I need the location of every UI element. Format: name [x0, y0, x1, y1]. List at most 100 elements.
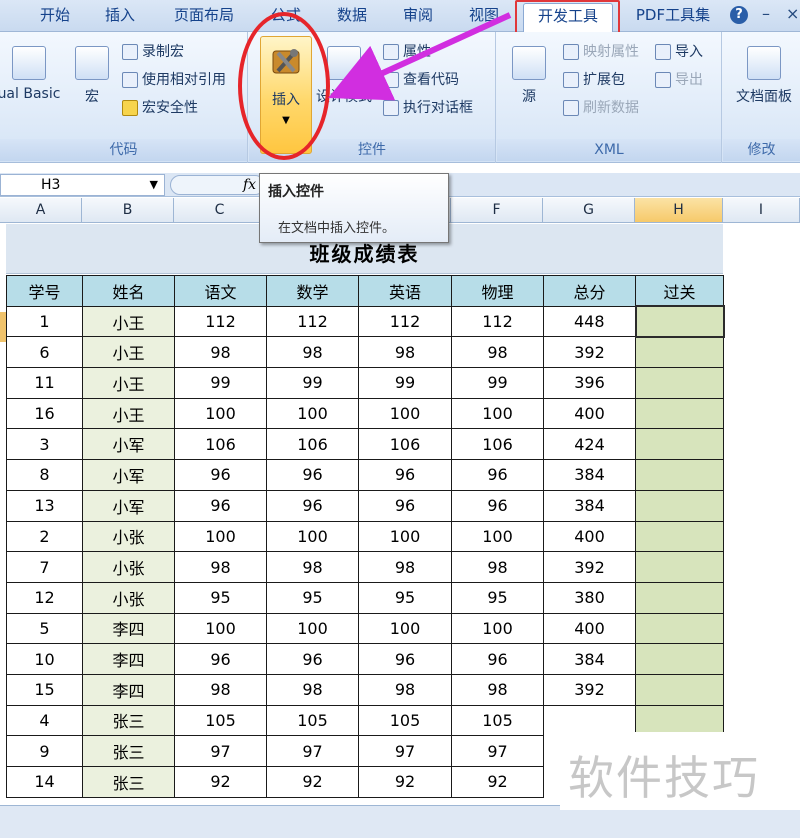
- tab-5[interactable]: 审阅: [398, 3, 438, 29]
- table-cell[interactable]: 97: [266, 735, 359, 767]
- table-cell[interactable]: 98: [451, 551, 544, 583]
- table-cell[interactable]: 96: [358, 459, 452, 491]
- table-cell[interactable]: 99: [358, 367, 452, 399]
- column-title[interactable]: 语文: [174, 275, 267, 307]
- column-header-F[interactable]: F: [451, 198, 543, 223]
- table-cell[interactable]: 96: [174, 643, 267, 675]
- table-cell[interactable]: 112: [266, 305, 359, 338]
- table-cell[interactable]: 96: [174, 459, 267, 491]
- table-cell[interactable]: 92: [266, 766, 359, 798]
- table-cell[interactable]: 105: [358, 704, 452, 737]
- column-title[interactable]: 数学: [266, 275, 359, 307]
- table-cell[interactable]: 100: [451, 612, 544, 645]
- tab-6[interactable]: 视图: [464, 3, 504, 29]
- view-code-button[interactable]: 查看代码: [383, 69, 459, 89]
- table-cell[interactable]: 98: [174, 673, 267, 706]
- table-cell[interactable]: 2: [6, 520, 83, 553]
- table-cell[interactable]: 96: [358, 643, 452, 675]
- table-cell[interactable]: 98: [174, 551, 267, 583]
- column-title[interactable]: 姓名: [82, 275, 175, 307]
- table-cell[interactable]: 100: [358, 520, 452, 553]
- table-cell[interactable]: 95: [358, 581, 452, 614]
- table-cell[interactable]: 97: [174, 735, 267, 767]
- table-cell[interactable]: [635, 459, 724, 491]
- table-cell[interactable]: 小军: [82, 459, 175, 491]
- table-cell[interactable]: 1: [6, 305, 83, 338]
- table-cell[interactable]: 112: [174, 305, 267, 338]
- table-cell[interactable]: [635, 643, 724, 675]
- table-cell[interactable]: 96: [451, 489, 544, 522]
- table-cell[interactable]: 小王: [82, 367, 175, 399]
- table-cell[interactable]: 6: [6, 336, 83, 369]
- table-cell[interactable]: 380: [543, 581, 636, 614]
- table-cell[interactable]: 98: [358, 551, 452, 583]
- visual-basic-button[interactable]: ual Basic: [0, 46, 64, 102]
- table-cell[interactable]: 112: [358, 305, 452, 338]
- table-cell[interactable]: [635, 367, 724, 399]
- table-cell[interactable]: 400: [543, 520, 636, 553]
- help-icon[interactable]: ?: [730, 6, 748, 24]
- table-cell[interactable]: 小王: [82, 336, 175, 369]
- table-cell[interactable]: 张三: [82, 704, 175, 737]
- table-cell[interactable]: 384: [543, 643, 636, 675]
- macro-button[interactable]: 宏: [72, 46, 112, 106]
- table-cell[interactable]: 392: [543, 673, 636, 706]
- document-panel-button[interactable]: 文档面板: [731, 46, 797, 106]
- table-cell[interactable]: 400: [543, 612, 636, 645]
- table-cell[interactable]: 99: [451, 367, 544, 399]
- table-cell[interactable]: [635, 612, 724, 645]
- expansion-packs-button[interactable]: 扩展包: [563, 69, 625, 89]
- macro-security-button[interactable]: 宏安全性: [122, 97, 198, 117]
- tab-8[interactable]: PDF工具集: [628, 3, 718, 29]
- table-cell[interactable]: 小张: [82, 581, 175, 614]
- table-cell[interactable]: 15: [6, 673, 83, 706]
- table-cell[interactable]: 3: [6, 428, 83, 461]
- table-cell[interactable]: 13: [6, 489, 83, 522]
- table-cell[interactable]: 8: [6, 459, 83, 491]
- table-cell[interactable]: 96: [266, 643, 359, 675]
- table-cell[interactable]: 张三: [82, 766, 175, 798]
- table-cell[interactable]: 98: [451, 673, 544, 706]
- table-cell[interactable]: 100: [266, 520, 359, 553]
- table-cell[interactable]: 384: [543, 489, 636, 522]
- table-cell[interactable]: 小张: [82, 520, 175, 553]
- table-cell[interactable]: 10: [6, 643, 83, 675]
- table-cell[interactable]: [635, 673, 724, 706]
- table-cell[interactable]: 小王: [82, 397, 175, 430]
- column-header-B[interactable]: B: [82, 198, 174, 223]
- refresh-data-button[interactable]: 刷新数据: [563, 97, 639, 117]
- table-cell[interactable]: 李四: [82, 612, 175, 645]
- table-cell[interactable]: [635, 336, 724, 369]
- table-cell[interactable]: 392: [543, 336, 636, 369]
- column-title[interactable]: 英语: [358, 275, 452, 307]
- column-title[interactable]: 学号: [6, 275, 83, 307]
- table-cell[interactable]: 14: [6, 766, 83, 798]
- tab-1[interactable]: 插入: [100, 3, 140, 29]
- table-cell[interactable]: 100: [174, 612, 267, 645]
- tab-4[interactable]: 数据: [332, 3, 372, 29]
- table-cell[interactable]: 96: [266, 489, 359, 522]
- table-cell[interactable]: 392: [543, 551, 636, 583]
- map-properties-button[interactable]: 映射属性: [563, 41, 639, 61]
- table-cell[interactable]: 105: [266, 704, 359, 737]
- table-cell[interactable]: 100: [174, 520, 267, 553]
- column-header-A[interactable]: A: [0, 198, 82, 223]
- tab-2[interactable]: 页面布局: [166, 3, 242, 29]
- table-cell[interactable]: 96: [174, 489, 267, 522]
- table-cell[interactable]: 106: [358, 428, 452, 461]
- import-button[interactable]: 导入: [655, 41, 703, 61]
- table-cell[interactable]: 李四: [82, 643, 175, 675]
- table-cell[interactable]: 97: [358, 735, 452, 767]
- table-cell[interactable]: 95: [174, 581, 267, 614]
- table-cell[interactable]: 100: [266, 397, 359, 430]
- table-cell[interactable]: 448: [543, 305, 636, 338]
- table-cell[interactable]: 112: [451, 305, 544, 338]
- table-cell[interactable]: 96: [266, 459, 359, 491]
- table-cell[interactable]: 11: [6, 367, 83, 399]
- table-cell[interactable]: 9: [6, 735, 83, 767]
- table-cell[interactable]: 4: [6, 704, 83, 737]
- column-header-G[interactable]: G: [543, 198, 635, 223]
- close-icon[interactable]: ×: [786, 4, 799, 23]
- table-cell[interactable]: 92: [174, 766, 267, 798]
- table-cell[interactable]: 7: [6, 551, 83, 583]
